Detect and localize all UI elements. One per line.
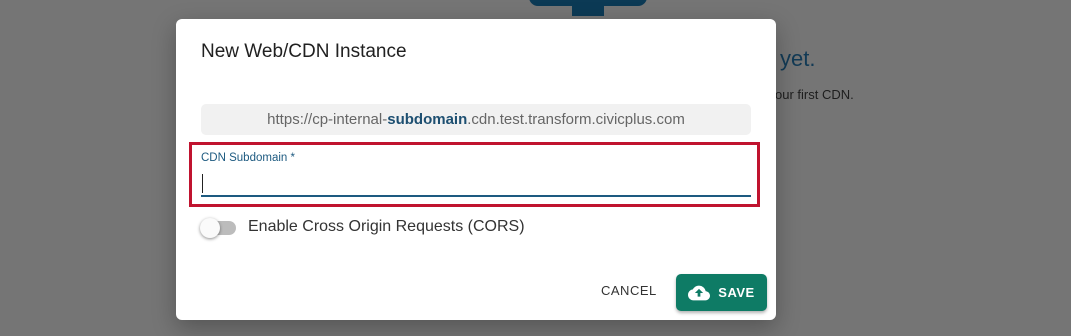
url-suffix: .cdn.test.transform.civicplus.com <box>467 111 685 128</box>
save-button-label: SAVE <box>718 285 755 300</box>
cors-toggle-thumb <box>200 218 220 238</box>
background-illustration <box>529 0 647 16</box>
dialog-title: New Web/CDN Instance <box>201 41 407 62</box>
background-subtext: our first CDN. <box>775 87 854 102</box>
url-subdomain-placeholder: subdomain <box>387 111 468 128</box>
background-heading: yet. <box>780 46 816 71</box>
cors-toggle-label: Enable Cross Origin Requests (CORS) <box>248 218 525 235</box>
cancel-button[interactable]: CANCEL <box>595 278 663 304</box>
new-cdn-instance-dialog: New Web/CDN Instance https://cp-internal… <box>176 19 776 320</box>
cors-toggle[interactable] <box>200 218 238 238</box>
text-caret <box>202 174 203 193</box>
subdomain-input[interactable] <box>201 169 751 197</box>
save-button[interactable]: SAVE <box>676 274 767 311</box>
subdomain-field-label: CDN Subdomain * <box>201 152 295 164</box>
url-preview: https://cp-internal-subdomain .cdn.test.t… <box>201 104 751 135</box>
url-prefix: https://cp-internal- <box>267 111 388 128</box>
cloud-upload-icon <box>688 285 711 301</box>
